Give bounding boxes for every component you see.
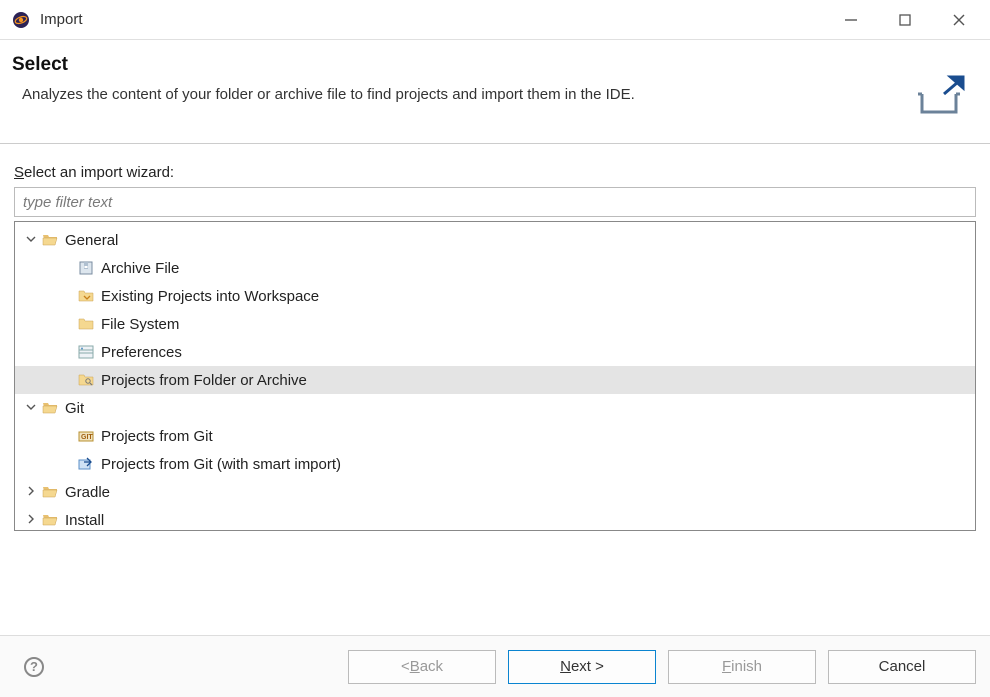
help-button[interactable]: ?	[24, 657, 44, 677]
wizard-content: Select an import wizard: General Archive …	[0, 144, 990, 531]
tree-item[interactable]: Preferences	[15, 338, 975, 366]
tree-category-label: Install	[65, 512, 104, 529]
chevron-right-icon[interactable]	[21, 486, 41, 499]
chevron-right-icon[interactable]	[21, 514, 41, 527]
folder-open-icon	[41, 511, 59, 529]
next-button[interactable]: Next >	[508, 650, 656, 684]
tree-item-label: Preferences	[101, 344, 182, 361]
maximize-button[interactable]	[896, 11, 914, 29]
folder-open-icon	[41, 483, 59, 501]
folder-open-icon	[41, 399, 59, 417]
folder-open-icon	[41, 231, 59, 249]
tree-category[interactable]: General	[15, 226, 975, 254]
select-wizard-label: Select an import wizard:	[14, 164, 976, 181]
close-button[interactable]	[950, 11, 968, 29]
chevron-down-icon[interactable]	[21, 402, 41, 415]
tree-item-label: Projects from Git	[101, 428, 213, 445]
chevron-down-icon[interactable]	[21, 234, 41, 247]
tree-item[interactable]: Projects from Folder or Archive	[15, 366, 975, 394]
eclipse-logo-icon	[12, 11, 30, 29]
tree-item[interactable]: Archive File	[15, 254, 975, 282]
folder-icon	[77, 315, 95, 333]
svg-text:GIT: GIT	[81, 434, 93, 441]
folder-arrow-icon	[77, 287, 95, 305]
tree-item[interactable]: Existing Projects into Workspace	[15, 282, 975, 310]
git-icon: GIT	[77, 427, 95, 445]
tree-category[interactable]: Git	[15, 394, 975, 422]
tree-category-label: Git	[65, 400, 84, 417]
tree-category[interactable]: Gradle	[15, 478, 975, 506]
header-title: Select	[12, 54, 635, 76]
folder-search-icon	[77, 371, 95, 389]
tree-item[interactable]: GIT Projects from Git	[15, 422, 975, 450]
import-banner-icon	[918, 72, 968, 121]
tree-item[interactable]: Projects from Git (with smart import)	[15, 450, 975, 478]
tree-item[interactable]: File System	[15, 310, 975, 338]
minimize-button[interactable]	[842, 11, 860, 29]
wizard-header: Select Analyzes the content of your fold…	[0, 40, 990, 144]
tree-item-label: File System	[101, 316, 179, 333]
tree-category[interactable]: Install	[15, 506, 975, 531]
window-controls	[842, 11, 968, 29]
button-bar: ? < Back Next > Finish Cancel	[0, 635, 990, 697]
filter-input[interactable]	[14, 187, 976, 217]
tree-category-label: Gradle	[65, 484, 110, 501]
cancel-button[interactable]: Cancel	[828, 650, 976, 684]
tree-item-label: Projects from Git (with smart import)	[101, 456, 341, 473]
finish-button[interactable]: Finish	[668, 650, 816, 684]
git-import-icon	[77, 455, 95, 473]
tree-item-label: Existing Projects into Workspace	[101, 288, 319, 305]
titlebar: Import	[0, 0, 990, 40]
archive-icon	[77, 259, 95, 277]
wizard-tree[interactable]: General Archive File Existing Projects int…	[14, 221, 976, 531]
tree-category-label: General	[65, 232, 118, 249]
tree-item-label: Archive File	[101, 260, 179, 277]
tree-item-label: Projects from Folder or Archive	[101, 372, 307, 389]
header-description: Analyzes the content of your folder or a…	[12, 86, 635, 103]
window-title: Import	[40, 11, 842, 28]
back-button[interactable]: < Back	[348, 650, 496, 684]
prefs-icon	[77, 343, 95, 361]
